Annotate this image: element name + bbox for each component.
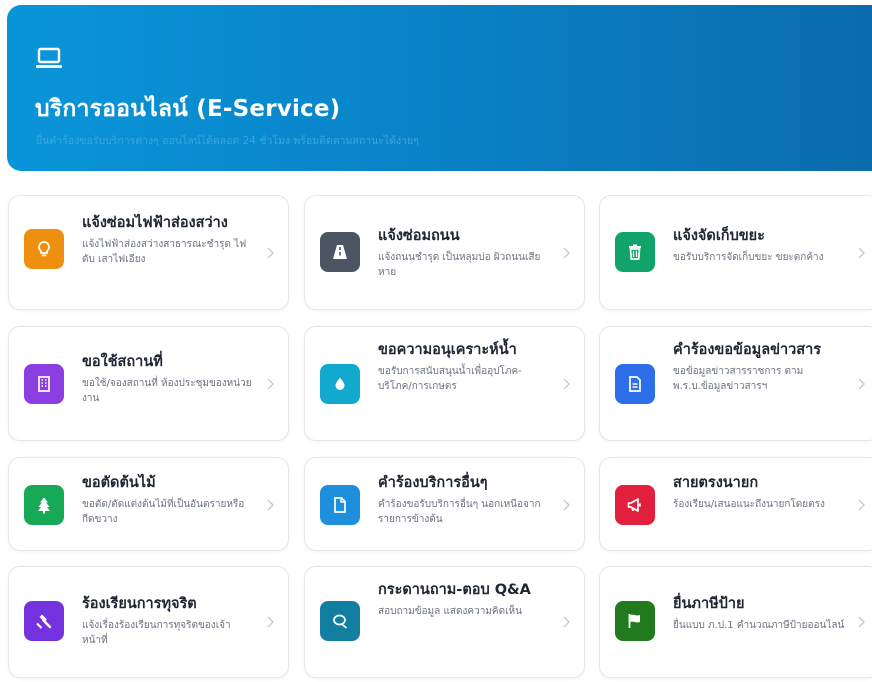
service-card-water-support[interactable]: ขอความอนุเคราะห์น้ำ ขอรับการสนับสนุนน้ำเ… [304,326,585,441]
service-desc: ขอใช้/จองสถานที่ ห้องประชุมของหน่วยงาน [82,378,252,404]
service-card-mayor-hotline[interactable]: สายตรงนายก ร้องเรียน/เสนอแนะถึงนายกโดยตร… [599,457,872,551]
service-card-corruption-report[interactable]: ร้องเรียนการทุจริต แจ้งเรื่องร้องเรียนกา… [8,566,289,678]
service-title: คำร้องบริการอื่นๆ [378,475,488,491]
chevron-right-icon [563,378,570,390]
service-title: ขอตัดต้นไม้ [82,475,156,491]
service-desc: แจ้งถนนชำรุด เป็นหลุมบ่อ ผิวถนนเสียหาย [378,252,541,278]
service-desc: ขอรับการสนับสนุนน้ำเพื่ออุปโภค-บริโภค/กา… [378,366,522,392]
trash-icon [615,232,655,272]
eservice-banner: บริการออนไลน์ (E-Service) ยื่นคำร้องขอรั… [7,5,872,171]
chevron-right-icon [858,378,865,390]
chevron-right-icon [267,616,274,628]
road-icon [320,232,360,272]
tree-icon [24,485,64,525]
service-title: ขอความอนุเคราะห์น้ำ [378,342,517,358]
service-desc: ขอข้อมูลข่าวสารราชการ ตาม พ.ร.บ.ข้อมูลข่… [673,366,804,392]
page-title: บริการออนไลน์ (E-Service) [35,96,341,122]
service-card-road-repair[interactable]: แจ้งซ่อมถนน แจ้งถนนชำรุด เป็นหลุมบ่อ ผิว… [304,195,585,310]
service-desc: สอบถามข้อมูล แสดงความคิดเห็น [378,606,522,617]
chevron-right-icon [563,499,570,511]
chevron-right-icon [563,616,570,628]
service-title: ขอใช้สถานที่ [82,354,163,370]
document-icon [615,364,655,404]
service-title: แจ้งซ่อมถนน [378,228,460,244]
building-icon [24,364,64,404]
service-title: แจ้งซ่อมไฟฟ้าส่องสว่าง [82,215,228,231]
lightbulb-icon [24,229,64,269]
service-card-garbage[interactable]: แจ้งจัดเก็บขยะ ขอรับบริการจัดเก็บขยะ ขยะ… [599,195,872,310]
chevron-right-icon [858,247,865,259]
service-card-other-requests[interactable]: คำร้องบริการอื่นๆ คำร้องขอรับบริการอื่นๆ… [304,457,585,551]
service-card-street-light[interactable]: แจ้งซ่อมไฟฟ้าส่องสว่าง แจ้งไฟฟ้าส่องสว่า… [8,195,289,310]
chevron-right-icon [267,378,274,390]
page-subtitle: ยื่นคำร้องขอรับบริการต่างๆ ออนไลน์ได้ตลอ… [36,135,419,147]
chevron-right-icon [267,499,274,511]
chat-icon [320,601,360,641]
laptop-icon [36,47,62,68]
chevron-right-icon [858,616,865,628]
chevron-right-icon [267,247,274,259]
service-title: แจ้งจัดเก็บขยะ [673,228,765,244]
service-desc: ร้องเรียน/เสนอแนะถึงนายกโดยตรง [673,499,825,510]
service-title: สายตรงนายก [673,475,759,491]
service-card-sign-tax[interactable]: ยื่นภาษีป้าย ยื่นแบบ ภ.ป.1 คำนวณภาษีป้าย… [599,566,872,678]
service-title: ร้องเรียนการทุจริต [82,596,197,612]
service-desc: แจ้งไฟฟ้าส่องสว่างสาธารณะชำรุด ไฟดับ เสา… [82,239,247,265]
service-desc: ขอตัด/ตัดแต่งต้นไม้ที่เป็นอันตรายหรือกีด… [82,499,245,525]
water-drop-icon [320,364,360,404]
service-card-venue-booking[interactable]: ขอใช้สถานที่ ขอใช้/จองสถานที่ ห้องประชุม… [8,326,289,441]
service-desc: ยื่นแบบ ภ.ป.1 คำนวณภาษีป้ายออนไลน์ [673,620,845,631]
megaphone-icon [615,485,655,525]
flag-icon [615,601,655,641]
service-card-info-request[interactable]: คำร้องขอข้อมูลข่าวสาร ขอข้อมูลข่าวสารราช… [599,326,872,441]
file-icon [320,485,360,525]
service-title: ยื่นภาษีป้าย [673,596,745,612]
service-desc: แจ้งเรื่องร้องเรียนการทุจริตของเจ้าหน้าท… [82,620,231,646]
service-card-tree-cutting[interactable]: ขอตัดต้นไม้ ขอตัด/ตัดแต่งต้นไม้ที่เป็นอั… [8,457,289,551]
service-desc: ขอรับบริการจัดเก็บขยะ ขยะตกค้าง [673,252,824,263]
chevron-right-icon [858,499,865,511]
service-title: กระดานถาม-ตอบ Q&A [378,582,531,598]
gavel-icon [24,601,64,641]
service-desc: คำร้องขอรับบริการอื่นๆ นอกเหนือจากรายการ… [378,499,541,525]
service-title: คำร้องขอข้อมูลข่าวสาร [673,342,822,358]
chevron-right-icon [563,247,570,259]
service-card-qa-board[interactable]: กระดานถาม-ตอบ Q&A สอบถามข้อมูล แสดงความค… [304,566,585,678]
